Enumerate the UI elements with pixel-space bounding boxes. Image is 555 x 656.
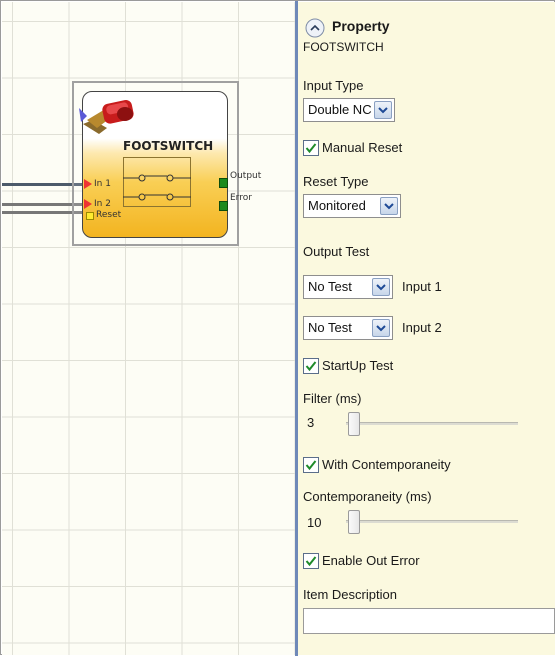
startup-test-checkbox[interactable] xyxy=(303,358,319,374)
enable-out-error-checkbox[interactable] xyxy=(303,553,319,569)
reset-pin[interactable] xyxy=(86,212,94,220)
input-type-select[interactable]: Double NC xyxy=(303,98,395,122)
output-test-value-2: No Test xyxy=(308,320,352,335)
reset-label: Reset xyxy=(96,210,122,220)
chevron-down-icon xyxy=(372,278,390,296)
manual-reset-label: Manual Reset xyxy=(322,140,403,155)
output-test-input-1-label: Input 1 xyxy=(402,279,442,294)
enable-out-error-label: Enable Out Error xyxy=(322,553,420,568)
output-test-input-2-label: Input 2 xyxy=(402,320,442,335)
output-test-label: Output Test xyxy=(303,244,370,259)
contact-symbol-icon xyxy=(123,174,191,201)
input-2-arrow-icon xyxy=(84,199,92,209)
chevron-down-icon xyxy=(380,197,398,215)
filter-value: 3 xyxy=(307,415,315,430)
chevron-up-icon[interactable] xyxy=(305,18,325,38)
reset-type-select[interactable]: Monitored xyxy=(303,194,401,218)
checkmark-icon xyxy=(305,460,317,471)
input-1-label: In 1 xyxy=(94,179,111,189)
contemporaneity-value: 10 xyxy=(307,515,322,530)
footswitch-block[interactable]: FOOTSWITCH In 1 In 2 Reset Output Error xyxy=(79,91,261,238)
output-label: Output xyxy=(230,171,262,181)
reset-type-label: Reset Type xyxy=(303,174,369,189)
filter-label: Filter (ms) xyxy=(303,391,362,406)
chevron-down-icon xyxy=(374,101,392,119)
output-test-select-1[interactable]: No Test xyxy=(303,275,393,299)
output-test-select-2[interactable]: No Test xyxy=(303,316,393,340)
footswitch-pedal-icon xyxy=(79,100,134,134)
panel-header-title: Property xyxy=(332,18,390,34)
with-contemporaneity-checkbox[interactable] xyxy=(303,457,319,473)
output-test-value-1: No Test xyxy=(308,279,352,294)
window-frame: FOOTSWITCH In 1 In 2 Reset Output Error … xyxy=(0,0,555,656)
block-title: FOOTSWITCH xyxy=(123,139,214,153)
item-description-label: Item Description xyxy=(303,587,397,602)
item-description-input[interactable] xyxy=(303,608,555,634)
input-1-arrow-icon xyxy=(84,179,92,189)
contemporaneity-slider-thumb[interactable] xyxy=(348,510,360,534)
contact-box xyxy=(123,157,191,207)
panel-subtitle: FOOTSWITCH xyxy=(303,40,384,54)
error-label: Error xyxy=(230,193,252,203)
chevron-down-icon xyxy=(372,319,390,337)
input-2-label: In 2 xyxy=(94,199,111,209)
error-pin[interactable] xyxy=(219,201,228,211)
checkmark-icon xyxy=(305,361,317,372)
filter-slider-thumb[interactable] xyxy=(348,412,360,436)
reset-type-value: Monitored xyxy=(308,198,366,213)
output-pin[interactable] xyxy=(219,178,228,188)
contemporaneity-label: Contemporaneity (ms) xyxy=(303,489,432,504)
contemporaneity-slider-track[interactable] xyxy=(346,520,518,523)
diagram-canvas[interactable]: FOOTSWITCH In 1 In 2 Reset Output Error xyxy=(2,2,295,655)
input-type-value: Double NC xyxy=(308,102,372,117)
filter-slider-track[interactable] xyxy=(346,422,518,425)
manual-reset-checkbox[interactable] xyxy=(303,140,319,156)
checkmark-icon xyxy=(305,143,317,154)
startup-test-label: StartUp Test xyxy=(322,358,394,373)
property-panel: Property FOOTSWITCH Input Type Double NC… xyxy=(298,2,555,655)
input-type-label: Input Type xyxy=(303,78,364,93)
with-contemporaneity-label: With Contemporaneity xyxy=(322,457,451,472)
checkmark-icon xyxy=(305,556,317,567)
